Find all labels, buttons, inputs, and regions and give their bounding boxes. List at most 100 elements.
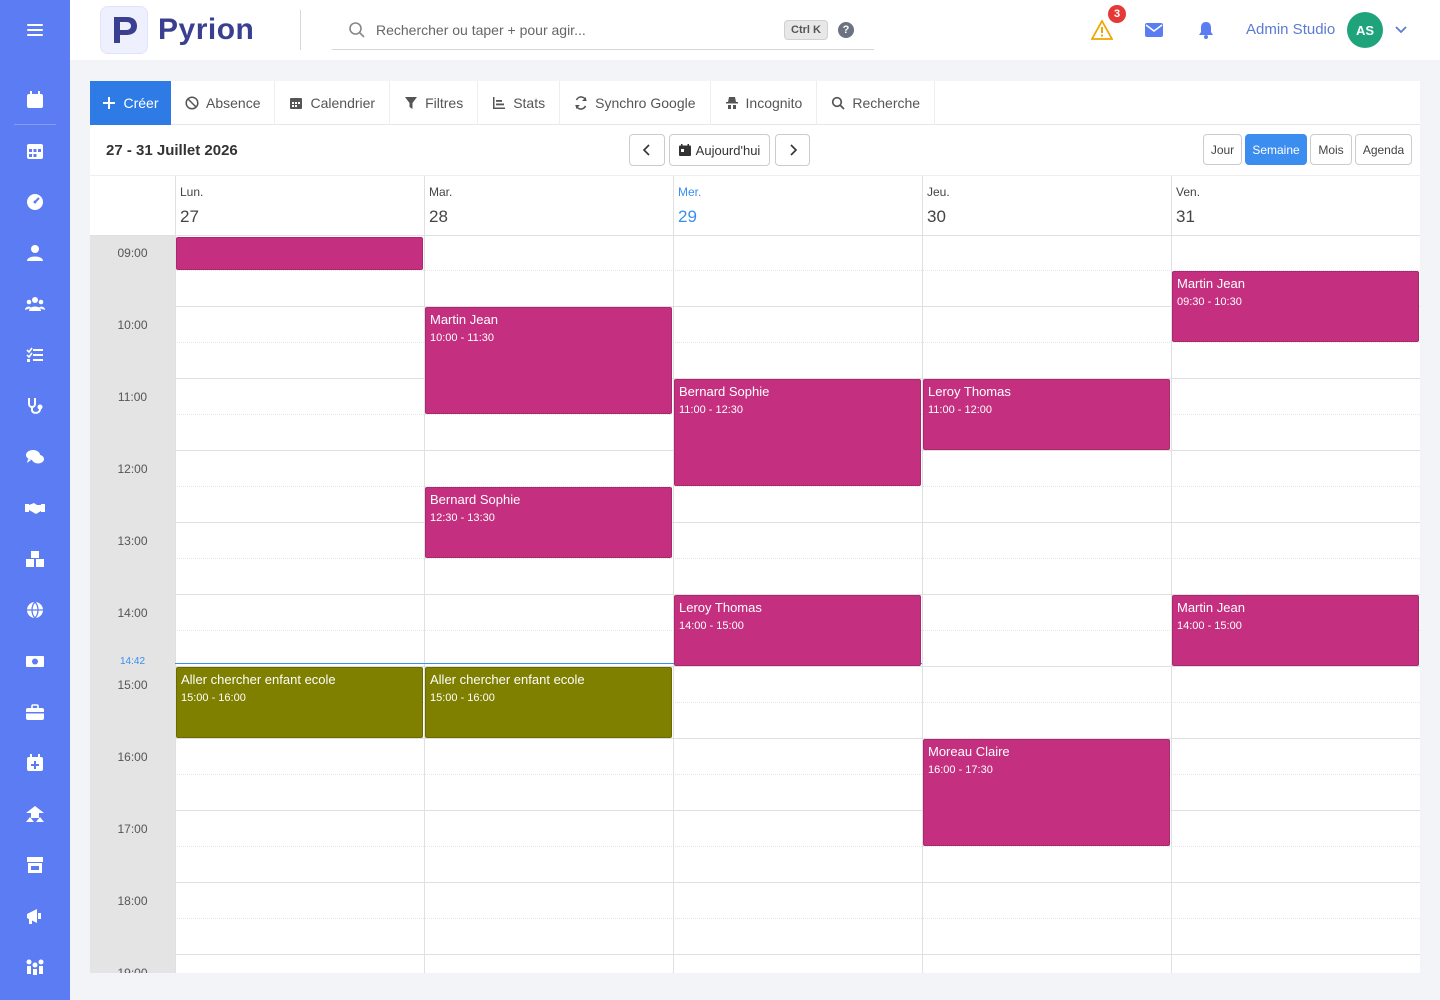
bell-icon xyxy=(1199,22,1213,39)
chevron-left-icon xyxy=(642,144,650,156)
calendar-plus-icon[interactable] xyxy=(0,743,70,783)
messages-button[interactable] xyxy=(1142,18,1166,42)
time-grid: 09:00 10:00 11:00 12:00 13:00 14:00 15:00 16:00… xyxy=(90,236,1420,973)
event-title: Aller chercher enfant ecole xyxy=(430,672,585,687)
absence-button[interactable]: Absence xyxy=(171,81,276,125)
people-group-icon[interactable] xyxy=(0,947,70,987)
appointment-event[interactable]: Moreau Claire 16:00 - 17:30 xyxy=(923,739,1170,846)
users-icon[interactable] xyxy=(0,284,70,324)
day-name: Jeu. xyxy=(927,185,950,199)
menu-icon[interactable] xyxy=(0,10,70,50)
briefcase-icon[interactable] xyxy=(0,692,70,732)
chat-icon[interactable] xyxy=(0,437,70,477)
time-column: 09:00 10:00 11:00 12:00 13:00 14:00 15:00 16:00… xyxy=(90,236,175,973)
task-list-icon[interactable] xyxy=(0,335,70,375)
handshake-icon[interactable] xyxy=(0,488,70,528)
hands-house-icon[interactable] xyxy=(0,794,70,834)
alert-button[interactable]: 3 xyxy=(1090,5,1126,42)
absence-label: Absence xyxy=(206,95,261,111)
grid-line xyxy=(175,486,1420,487)
globe-icon[interactable] xyxy=(0,590,70,630)
incognito-button[interactable]: Incognito xyxy=(711,81,818,125)
appointment-event[interactable]: Martin Jean 09:30 - 10:30 xyxy=(1172,271,1419,342)
current-time-label: 14:42 xyxy=(119,656,146,668)
search-icon xyxy=(349,21,365,38)
grid-line xyxy=(175,522,1420,523)
google-sync-button[interactable]: Synchro Google xyxy=(560,81,711,125)
top-header: Pyrion Rechercher ou taper + pour agir..… xyxy=(70,0,1440,60)
event-time: 15:00 - 16:00 xyxy=(181,692,246,704)
header-divider xyxy=(300,10,301,50)
help-icon[interactable]: ? xyxy=(838,21,854,38)
megaphone-icon[interactable] xyxy=(0,896,70,936)
chevron-right-icon xyxy=(789,144,797,156)
user-name[interactable]: Admin Studio xyxy=(1246,21,1335,38)
calendar-button[interactable]: Calendrier xyxy=(275,81,391,125)
money-icon[interactable] xyxy=(0,641,70,681)
envelope-icon xyxy=(1145,23,1163,37)
stats-button[interactable]: Stats xyxy=(478,81,561,125)
grid-line xyxy=(175,558,1420,559)
event-time: 10:00 - 11:30 xyxy=(430,332,495,344)
event-title: Bernard Sophie xyxy=(430,492,521,507)
event-time: 16:00 - 17:30 xyxy=(928,764,993,776)
store-icon[interactable] xyxy=(0,845,70,885)
hour-label: 09:00 xyxy=(117,246,148,260)
view-agenda-button[interactable]: Agenda xyxy=(1355,134,1412,165)
stethoscope-icon[interactable] xyxy=(0,386,70,426)
appointment-event[interactable]: Leroy Thomas 11:00 - 12:00 xyxy=(923,379,1170,450)
appointment-event[interactable]: Bernard Sophie 11:00 - 12:30 xyxy=(674,379,921,486)
day-header-4[interactable]: Ven. 31 xyxy=(1171,176,1420,237)
day-header-2[interactable]: Mer. 29 xyxy=(673,176,922,237)
day-name: Mar. xyxy=(429,185,453,199)
app-logo[interactable]: Pyrion xyxy=(100,6,254,54)
hour-label: 15:00 xyxy=(117,678,148,692)
personal-event[interactable]: Aller chercher enfant ecole 15:00 - 16:00 xyxy=(176,667,423,738)
search-button[interactable]: Recherche xyxy=(817,81,936,125)
chevron-down-icon[interactable] xyxy=(1393,22,1409,38)
boxes-icon[interactable] xyxy=(0,539,70,579)
plus-icon xyxy=(103,97,116,109)
hour-label: 18:00 xyxy=(117,894,148,908)
alert-count-badge: 3 xyxy=(1108,5,1126,23)
appointment-event[interactable]: Martin Jean 10:00 - 11:30 xyxy=(425,307,672,414)
logo-mark-icon xyxy=(100,6,148,54)
personal-event[interactable]: Aller chercher enfant ecole 15:00 - 16:00 xyxy=(425,667,672,738)
event-title: Leroy Thomas xyxy=(679,600,762,615)
create-label: Créer xyxy=(123,95,159,111)
event-title: Aller chercher enfant ecole xyxy=(181,672,336,687)
notifications-button[interactable] xyxy=(1194,18,1218,42)
next-week-button[interactable] xyxy=(775,134,810,166)
day-header-3[interactable]: Jeu. 30 xyxy=(922,176,1171,237)
dashboard-gauge-icon[interactable] xyxy=(0,182,70,222)
create-button[interactable]: Créer xyxy=(90,81,171,125)
calendar-icon[interactable] xyxy=(0,80,70,120)
sidebar xyxy=(0,0,70,1000)
filters-button[interactable]: Filtres xyxy=(390,81,479,125)
day-number: 27 xyxy=(180,207,199,226)
day-header-1[interactable]: Mar. 28 xyxy=(424,176,673,237)
day-number: 28 xyxy=(429,207,448,226)
today-button[interactable]: Aujourd'hui xyxy=(669,134,770,166)
view-day-button[interactable]: Jour xyxy=(1203,134,1242,165)
warning-icon xyxy=(1091,20,1113,40)
hour-label: 11:00 xyxy=(117,390,148,404)
view-month-button[interactable]: Mois xyxy=(1310,134,1352,165)
calendar-grid-icon[interactable] xyxy=(0,131,70,171)
appointment-event[interactable]: Martin Jean 14:00 - 15:00 xyxy=(1172,595,1419,666)
day-header-0[interactable]: Lun. 27 xyxy=(175,176,424,237)
prev-week-button[interactable] xyxy=(629,134,665,166)
day-name: Ven. xyxy=(1176,185,1201,199)
incognito-label: Incognito xyxy=(745,95,803,111)
avatar[interactable]: AS xyxy=(1347,12,1383,48)
search-bar[interactable]: Rechercher ou taper + pour agir... Ctrl … xyxy=(332,10,874,50)
incognito-icon xyxy=(725,97,738,109)
appointment-event[interactable]: Leroy Thomas 14:00 - 15:00 xyxy=(674,595,921,666)
appointment-event[interactable] xyxy=(176,237,423,270)
shortcut-badge: Ctrl K xyxy=(784,19,828,40)
user-icon[interactable] xyxy=(0,233,70,273)
search-input[interactable]: Rechercher ou taper + pour agir... xyxy=(376,22,784,38)
appointment-event[interactable]: Bernard Sophie 12:30 - 13:30 xyxy=(425,487,672,558)
view-week-button[interactable]: Semaine xyxy=(1245,134,1307,165)
grid-line xyxy=(175,846,1420,847)
